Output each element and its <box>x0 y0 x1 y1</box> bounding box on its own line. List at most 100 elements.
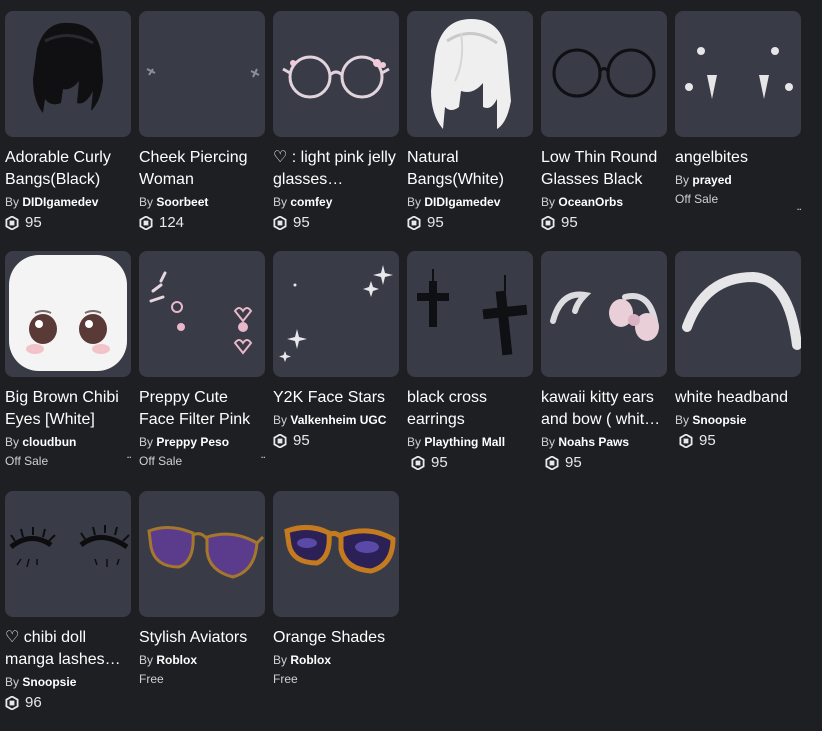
item-name[interactable]: kawaii kitty ears and bow ( whit… <box>541 387 667 431</box>
item-thumbnail[interactable] <box>541 251 667 377</box>
catalog-item-light-pink-jelly-glasses[interactable]: ♡ : light pink jelly glasses… By comfey … <box>273 11 399 251</box>
item-thumbnail[interactable] <box>675 251 801 377</box>
item-thumbnail[interactable] <box>273 251 399 377</box>
item-name[interactable]: white headband <box>675 387 801 409</box>
creator-link[interactable]: Roblox <box>156 653 197 667</box>
item-name[interactable]: Natural Bangs(White) <box>407 147 533 191</box>
creator-link[interactable]: DIDIgamedev <box>424 195 500 209</box>
item-name[interactable]: ♡ chibi doll manga lashes… <box>5 627 131 671</box>
item-creator: By prayed <box>675 173 732 187</box>
robux-icon <box>5 696 19 710</box>
item-thumbnail[interactable] <box>139 11 265 137</box>
item-name[interactable]: ♡ : light pink jelly glasses… <box>273 147 399 191</box>
item-name[interactable]: Big Brown Chibi Eyes [White] <box>5 387 131 431</box>
creator-link[interactable]: comfey <box>290 195 332 209</box>
item-name[interactable]: Orange Shades <box>273 627 399 649</box>
face-filter-icon <box>149 271 253 355</box>
catalog-item-white-headband[interactable]: white headband By Snoopsie 95 <box>675 251 801 491</box>
item-name[interactable]: black cross earrings <box>407 387 533 431</box>
item-price: 95 <box>541 453 667 473</box>
robux-icon <box>407 216 421 230</box>
lashes-icon <box>9 525 130 568</box>
catalog-item-angelbites[interactable]: angelbites By prayed Off Sale .. <box>675 11 802 251</box>
item-thumbnail[interactable] <box>407 251 533 377</box>
creator-link[interactable]: prayed <box>692 173 731 187</box>
item-thumbnail[interactable] <box>541 11 667 137</box>
catalog-grid: Adorable Curly Bangs(Black) By DIDIgamed… <box>5 11 802 731</box>
creator-link[interactable]: Noahs Paws <box>558 435 629 449</box>
catalog-item-kawaii-kitty-ears-bow[interactable]: kawaii kitty ears and bow ( whit… By Noa… <box>541 251 667 491</box>
item-creator: By comfey <box>273 195 333 209</box>
item-thumbnail[interactable] <box>407 11 533 137</box>
hair-icon <box>33 22 103 113</box>
robux-icon <box>139 216 153 230</box>
item-creator: By OceanOrbs <box>541 195 624 209</box>
catalog-item-big-brown-chibi-eyes[interactable]: Big Brown Chibi Eyes [White] By cloudbun… <box>5 251 132 491</box>
creator-link[interactable]: Preppy Peso <box>156 435 229 449</box>
catalog-item-adorable-curly-bangs[interactable]: Adorable Curly Bangs(Black) By DIDIgamed… <box>5 11 131 251</box>
glasses-icon <box>282 55 390 99</box>
catalog-item-cheek-piercing[interactable]: Cheek Piercing Woman By Soorbeet 124 <box>139 11 265 251</box>
item-name[interactable]: Adorable Curly Bangs(Black) <box>5 147 131 191</box>
item-creator: By Roblox <box>139 653 198 667</box>
item-thumbnail[interactable] <box>5 491 131 617</box>
item-thumbnail[interactable] <box>675 11 801 137</box>
item-creator: By Snoopsie <box>5 675 77 689</box>
item-creator: By Plaything Mall <box>407 435 506 449</box>
item-price: 95 <box>407 453 533 473</box>
item-name[interactable]: Cheek Piercing Woman <box>139 147 265 191</box>
catalog-item-preppy-cute-face-filter[interactable]: Preppy Cute Face Filter Pink By Preppy P… <box>139 251 266 491</box>
item-creator: By cloudbun <box>5 435 77 449</box>
item-name[interactable]: Low Thin Round Glasses Black <box>541 147 667 191</box>
creator-link[interactable]: OceanOrbs <box>558 195 623 209</box>
item-status: Off Sale <box>675 192 719 206</box>
item-name[interactable]: Preppy Cute Face Filter Pink <box>139 387 265 431</box>
catalog-item-orange-shades[interactable]: Orange Shades By Roblox Free <box>273 491 399 731</box>
hair-icon <box>431 19 511 129</box>
robux-icon <box>273 434 287 448</box>
robux-icon <box>679 434 693 448</box>
item-name[interactable]: angelbites <box>675 147 801 169</box>
catalog-item-natural-bangs-white[interactable]: Natural Bangs(White) By DIDIgamedev 95 <box>407 11 533 251</box>
item-thumbnail[interactable] <box>139 251 265 377</box>
catalog-item-black-cross-earrings[interactable]: black cross earrings By Plaything Mall 9… <box>407 251 533 491</box>
item-price: 95 <box>5 213 131 233</box>
item-thumbnail[interactable] <box>139 491 265 617</box>
creator-link[interactable]: Snoopsie <box>692 413 746 427</box>
creator-link[interactable]: Snoopsie <box>22 675 76 689</box>
catalog-item-low-thin-round-glasses[interactable]: Low Thin Round Glasses Black By OceanOrb… <box>541 11 667 251</box>
item-thumbnail[interactable] <box>5 11 131 137</box>
cross-earrings-icon <box>417 269 528 356</box>
creator-link[interactable]: Soorbeet <box>156 195 208 209</box>
catalog-item-y2k-face-stars[interactable]: Y2K Face Stars By Valkenheim UGC 95 <box>273 251 399 491</box>
catalog-item-stylish-aviators[interactable]: Stylish Aviators By Roblox Free <box>139 491 265 731</box>
item-creator: By Noahs Paws <box>541 435 630 449</box>
item-thumbnail[interactable] <box>273 11 399 137</box>
robux-icon <box>541 216 555 230</box>
item-creator: By Snoopsie <box>675 413 747 427</box>
item-status: Off Sale <box>139 454 183 468</box>
item-price: 95 <box>407 213 533 233</box>
item-creator: By Soorbeet <box>139 195 209 209</box>
more-dots: .. <box>126 447 132 461</box>
robux-icon <box>411 456 425 470</box>
item-creator: By Preppy Peso <box>139 435 230 449</box>
creator-link[interactable]: Plaything Mall <box>424 435 505 449</box>
fangs-icon <box>685 47 793 99</box>
more-dots: .. <box>260 447 266 461</box>
item-name[interactable]: Stylish Aviators <box>139 627 265 649</box>
item-price: 124 <box>139 213 265 233</box>
robux-icon <box>273 216 287 230</box>
item-name[interactable]: Y2K Face Stars <box>273 387 399 409</box>
catalog-item-chibi-doll-manga-lashes[interactable]: ♡ chibi doll manga lashes… By Snoopsie 9… <box>5 491 131 731</box>
glasses-icon <box>552 48 656 98</box>
item-thumbnail[interactable] <box>273 491 399 617</box>
item-thumbnail[interactable] <box>5 251 131 377</box>
item-price: 95 <box>541 213 667 233</box>
creator-link[interactable]: Valkenheim UGC <box>290 413 386 427</box>
creator-link[interactable]: DIDIgamedev <box>22 195 98 209</box>
creator-link[interactable]: Roblox <box>290 653 331 667</box>
robux-icon <box>545 456 559 470</box>
creator-link[interactable]: cloudbun <box>22 435 76 449</box>
stars-icon <box>279 265 393 362</box>
